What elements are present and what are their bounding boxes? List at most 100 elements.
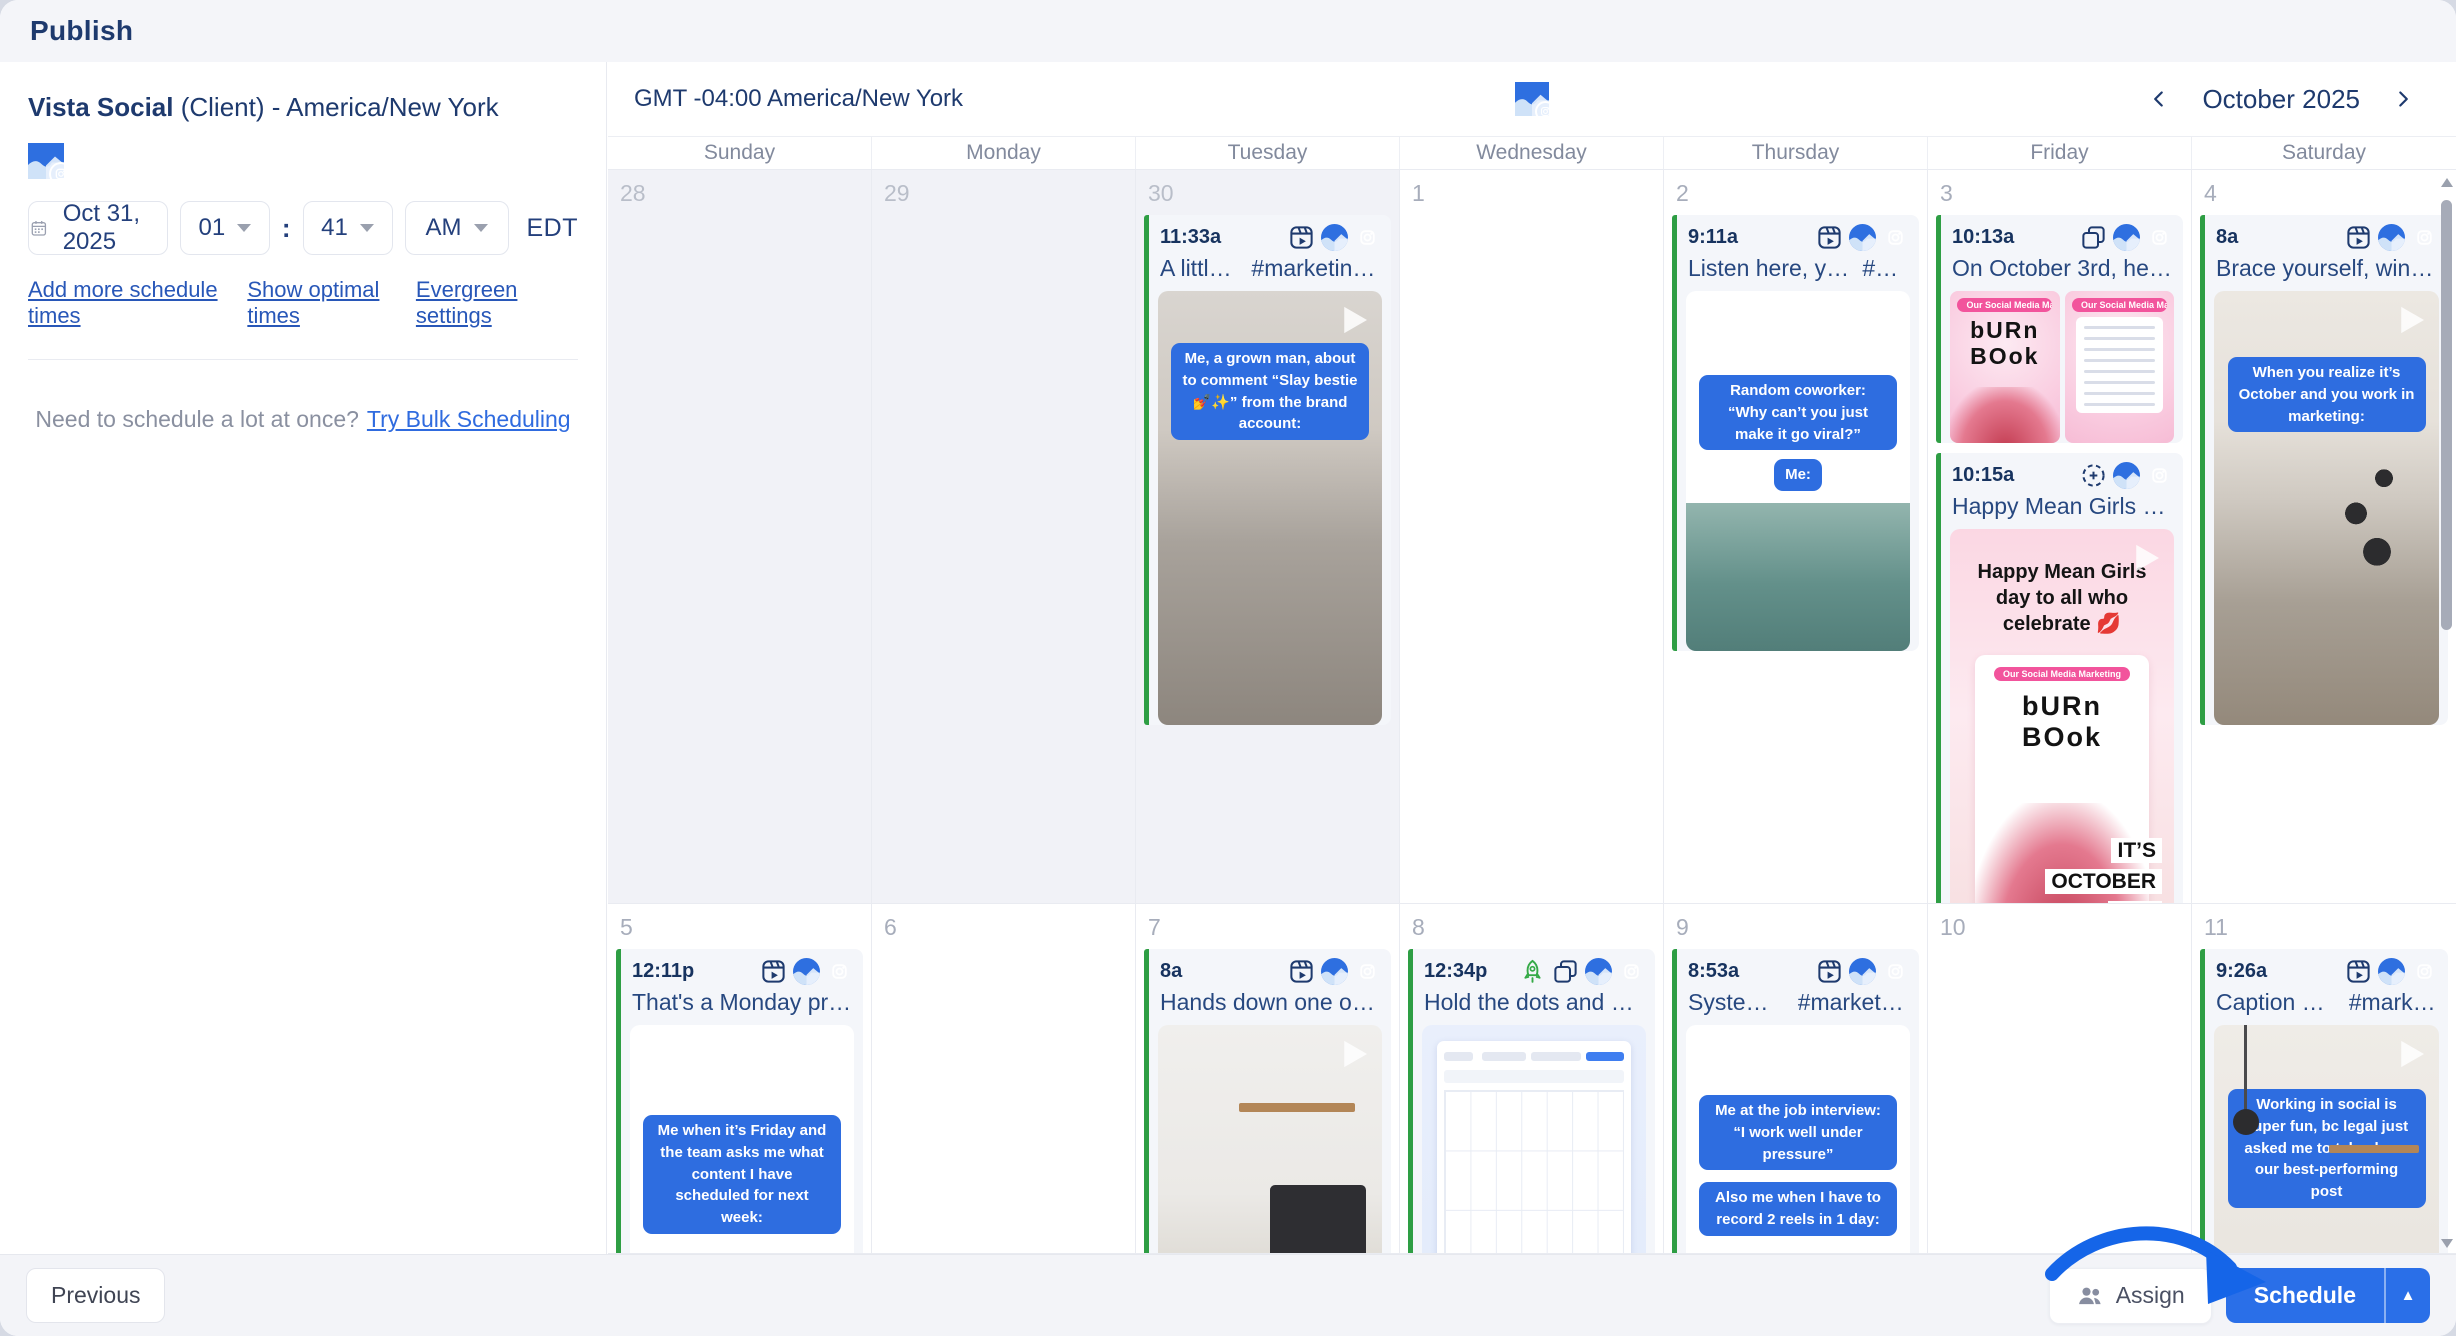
- scroll-up-arrow-icon[interactable]: [2441, 178, 2453, 187]
- post-caption: Listen here, you little...: [1688, 255, 1852, 282]
- day-cell-oct11[interactable]: 11 9:26a Caption 😃 👍 #mar: [2192, 904, 2456, 1254]
- schedule-button[interactable]: Schedule: [2226, 1268, 2384, 1323]
- list-text-placeholder: [2076, 317, 2164, 413]
- scheduled-post[interactable]: 10:15a Happy Mean Girls day to all w...: [1936, 453, 2183, 904]
- thumbnail-pill-label: Our Social Media Marketing: [1994, 667, 2130, 681]
- post-caption: Caption 😃 👍: [2216, 989, 2339, 1016]
- pendant-lamp: [2244, 1025, 2247, 1111]
- rocket-icon: [1519, 958, 1546, 985]
- post-thumbnail: Me when it’s Friday and the team asks me…: [630, 1025, 854, 1254]
- scroll-down-arrow-icon[interactable]: [2441, 1239, 2453, 1248]
- time-colon: :: [282, 213, 291, 244]
- scheduled-post[interactable]: 8:53a System error #marketingh...: [1672, 949, 1919, 1254]
- thumbnail-pill-label: Our Social Media Marketing: [1957, 298, 2052, 312]
- day-cell-oct2[interactable]: 2 9:11a Listen here, you little...: [1664, 170, 1928, 904]
- profile-avatar[interactable]: [28, 143, 64, 179]
- scrollbar-thumb[interactable]: [2441, 200, 2452, 630]
- post-time: 10:13a: [1952, 226, 2014, 249]
- scheduled-post[interactable]: 12:11p That's a Monday problem 😂 ... M: [616, 949, 863, 1254]
- vertical-scrollbar[interactable]: [2440, 170, 2453, 1250]
- day-cell-oct10[interactable]: 10: [1928, 904, 2192, 1254]
- publish-header-bar: Publish: [0, 0, 2456, 62]
- avatar-icon: [1585, 958, 1612, 985]
- post-time: 8:53a: [1688, 960, 1739, 983]
- calendar-profile-avatar[interactable]: [1515, 82, 1549, 116]
- chevron-down-icon: [360, 224, 374, 232]
- scheduled-post[interactable]: 11:33a A little BTS #marketinghum...: [1144, 215, 1391, 725]
- assign-button[interactable]: Assign: [2049, 1268, 2212, 1324]
- date-input[interactable]: Oct 31, 2025: [28, 201, 168, 255]
- scheduled-post[interactable]: 10:13a On October 3rd, he asked me ...: [1936, 215, 2183, 443]
- day-cell-oct9[interactable]: 9 8:53a System error #marke: [1664, 904, 1928, 1254]
- hour-value: 01: [198, 214, 225, 242]
- show-optimal-times-link[interactable]: Show optimal times: [247, 277, 416, 329]
- add-more-times-link[interactable]: Add more schedule times: [28, 277, 247, 329]
- chevron-left-icon[interactable]: [2146, 86, 2172, 112]
- scheduled-post[interactable]: 8a Brace yourself, winter is comin... W: [2200, 215, 2448, 725]
- scheduled-post[interactable]: 12:34p Hold the dots and scroll to pla..…: [1408, 949, 1655, 1254]
- month-label: October 2025: [2202, 84, 2360, 115]
- pendant-lamp: [2233, 1109, 2259, 1135]
- thumbnail-caption-bubble: Also me when I have to record 2 reels in…: [1699, 1182, 1896, 1236]
- day-cell-oct5[interactable]: 5 12:11p That's a Monday problem 😂 ...: [608, 904, 872, 1254]
- month-navigation: October 2025: [2146, 84, 2416, 115]
- tv-screen: [1270, 1185, 1366, 1254]
- minute-select[interactable]: 41: [303, 201, 393, 255]
- thumbnail-footer-text: IT’S OCTOBER 3RD: [2024, 835, 2162, 905]
- reels-icon: [2345, 958, 2372, 985]
- day-cell-oct1[interactable]: 1: [1400, 170, 1664, 904]
- post-time: 8a: [2216, 226, 2238, 249]
- instagram-icon: [1882, 224, 1909, 251]
- play-icon: [1332, 1033, 1374, 1075]
- previous-button[interactable]: Previous: [26, 1268, 165, 1323]
- instagram-badge-icon: [1537, 103, 1554, 120]
- instagram-icon: [1354, 224, 1381, 251]
- avatar-icon: [1321, 958, 1348, 985]
- day-cell-sep29[interactable]: 29: [872, 170, 1136, 904]
- day-cell-sep30[interactable]: 30 11:33a A little BTS #mar: [1136, 170, 1400, 904]
- day-cell-oct6[interactable]: 6: [872, 904, 1136, 1254]
- evergreen-settings-link[interactable]: Evergreen settings: [416, 277, 578, 329]
- weekday-header-row: Sunday Monday Tuesday Wednesday Thursday…: [608, 136, 2456, 170]
- weekday-thursday: Thursday: [1664, 137, 1928, 169]
- instagram-icon: [1354, 958, 1381, 985]
- play-icon: [2389, 1033, 2431, 1075]
- weekday-tuesday: Tuesday: [1136, 137, 1400, 169]
- calendar-panel: GMT -04:00 America/New York October 2025…: [608, 62, 2456, 1254]
- bulk-scheduling-link[interactable]: Try Bulk Scheduling: [367, 406, 571, 432]
- profile-name: Vista Social: [28, 92, 174, 122]
- reels-icon: [1288, 958, 1315, 985]
- avatar-icon: [1321, 224, 1348, 251]
- day-cell-oct8[interactable]: 8 12:34p Hold the dots a: [1400, 904, 1664, 1254]
- chevron-right-icon[interactable]: [2390, 86, 2416, 112]
- date-number: 2: [1672, 176, 1919, 215]
- date-number: 9: [1672, 910, 1919, 949]
- meridiem-value: AM: [426, 214, 462, 242]
- day-cell-oct4[interactable]: 4 8a Brace yourself, winter is comin...: [2192, 170, 2456, 904]
- post-time: 9:26a: [2216, 960, 2267, 983]
- day-cell-oct3[interactable]: 3 10:13a On October 3rd, he asked me ...: [1928, 170, 2192, 904]
- scheduled-post[interactable]: 9:26a Caption 😃 👍 #marketi...: [2200, 949, 2448, 1254]
- day-cell-oct7[interactable]: 7 8a Hands down one of the top 3 ...: [1136, 904, 1400, 1254]
- hour-select[interactable]: 01: [180, 201, 270, 255]
- thumbnail-caption-bubble: Me:: [1774, 459, 1822, 491]
- day-cell-sep28[interactable]: 28: [608, 170, 872, 904]
- date-number: 3: [1936, 176, 2183, 215]
- calendar-timezone-label: GMT -04:00 America/New York: [634, 85, 963, 113]
- people-icon: [2076, 1282, 2104, 1310]
- weekday-friday: Friday: [1928, 137, 2192, 169]
- avatar-icon: [793, 958, 820, 985]
- schedule-dropdown-toggle[interactable]: ▲: [2384, 1268, 2430, 1323]
- instagram-icon: [2411, 958, 2438, 985]
- scheduled-post[interactable]: 8a Hands down one of the top 3 ...: [1144, 949, 1391, 1254]
- vista-social-app: Publish Vista Social (Client) - America/…: [0, 0, 2456, 1336]
- scheduled-post[interactable]: 9:11a Listen here, you little... #ma...: [1672, 215, 1919, 651]
- calendar-header: GMT -04:00 America/New York October 2025: [608, 62, 2456, 136]
- meridiem-select[interactable]: AM: [405, 201, 509, 255]
- composer-panel: Vista Social (Client) - America/New York…: [0, 62, 607, 1254]
- date-number: 11: [2200, 910, 2448, 949]
- instagram-icon: [2146, 224, 2173, 251]
- assign-label: Assign: [2116, 1282, 2185, 1309]
- weekday-saturday: Saturday: [2192, 137, 2456, 169]
- play-icon: [1860, 1033, 1902, 1075]
